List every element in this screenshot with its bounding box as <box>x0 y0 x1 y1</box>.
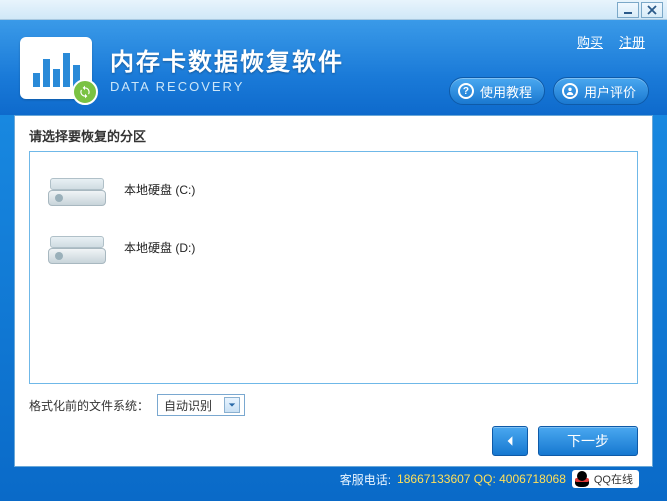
footer-prefix: 客服电话: <box>340 471 391 488</box>
tutorial-button[interactable]: ? 使用教程 <box>449 77 545 105</box>
header: 内存卡数据恢复软件 DATA RECOVERY 购买 注册 ? 使用教程 用户评… <box>0 20 667 115</box>
minimize-button[interactable] <box>617 2 639 18</box>
reviews-button[interactable]: 用户评价 <box>553 77 649 105</box>
tutorial-button-label: 使用教程 <box>480 82 532 101</box>
nav-row: 下一步 <box>29 426 638 456</box>
qq-icon <box>574 471 590 487</box>
main-panel: 请选择要恢复的分区 本地硬盘 (C:) 本地硬盘 (D:) 格式化前的文件系统：… <box>14 115 653 467</box>
qq-label: QQ在线 <box>594 471 633 487</box>
next-button[interactable]: 下一步 <box>538 426 638 456</box>
chart-icon <box>33 49 80 87</box>
drive-icon <box>48 230 106 264</box>
filesystem-label: 格式化前的文件系统： <box>29 397 149 414</box>
next-button-label: 下一步 <box>567 431 609 451</box>
app-window: 内存卡数据恢复软件 DATA RECOVERY 购买 注册 ? 使用教程 用户评… <box>0 0 667 501</box>
header-links: 购买 注册 <box>577 32 645 51</box>
question-icon: ? <box>458 83 474 99</box>
close-button[interactable] <box>641 2 663 18</box>
filesystem-select[interactable]: 自动识别 <box>157 394 245 416</box>
drive-label: 本地硬盘 (D:) <box>124 239 195 256</box>
header-buttons: ? 使用教程 用户评价 <box>449 77 649 105</box>
body: 请选择要恢复的分区 本地硬盘 (C:) 本地硬盘 (D:) 格式化前的文件系统：… <box>0 115 667 501</box>
drive-icon <box>48 172 106 206</box>
user-icon <box>562 83 578 99</box>
footer-contact: 18667133607 QQ: 4006718068 <box>397 472 566 486</box>
refresh-icon <box>72 79 98 105</box>
drive-list: 本地硬盘 (C:) 本地硬盘 (D:) <box>29 151 638 384</box>
filesystem-selected: 自动识别 <box>164 397 212 414</box>
panel-title: 请选择要恢复的分区 <box>29 126 638 145</box>
qq-online-button[interactable]: QQ在线 <box>572 470 639 488</box>
register-link[interactable]: 注册 <box>619 32 645 51</box>
titlebar <box>0 0 667 20</box>
buy-link[interactable]: 购买 <box>577 32 603 51</box>
drive-item[interactable]: 本地硬盘 (D:) <box>38 218 629 276</box>
footer: 客服电话: 18667133607 QQ: 4006718068 QQ在线 <box>14 467 653 491</box>
back-button[interactable] <box>492 426 528 456</box>
drive-label: 本地硬盘 (C:) <box>124 181 195 198</box>
reviews-button-label: 用户评价 <box>584 82 636 101</box>
app-title: 内存卡数据恢复软件 <box>110 42 647 77</box>
drive-item[interactable]: 本地硬盘 (C:) <box>38 160 629 218</box>
app-logo <box>20 37 92 99</box>
filesystem-row: 格式化前的文件系统： 自动识别 <box>29 394 638 416</box>
chevron-down-icon <box>224 397 240 413</box>
